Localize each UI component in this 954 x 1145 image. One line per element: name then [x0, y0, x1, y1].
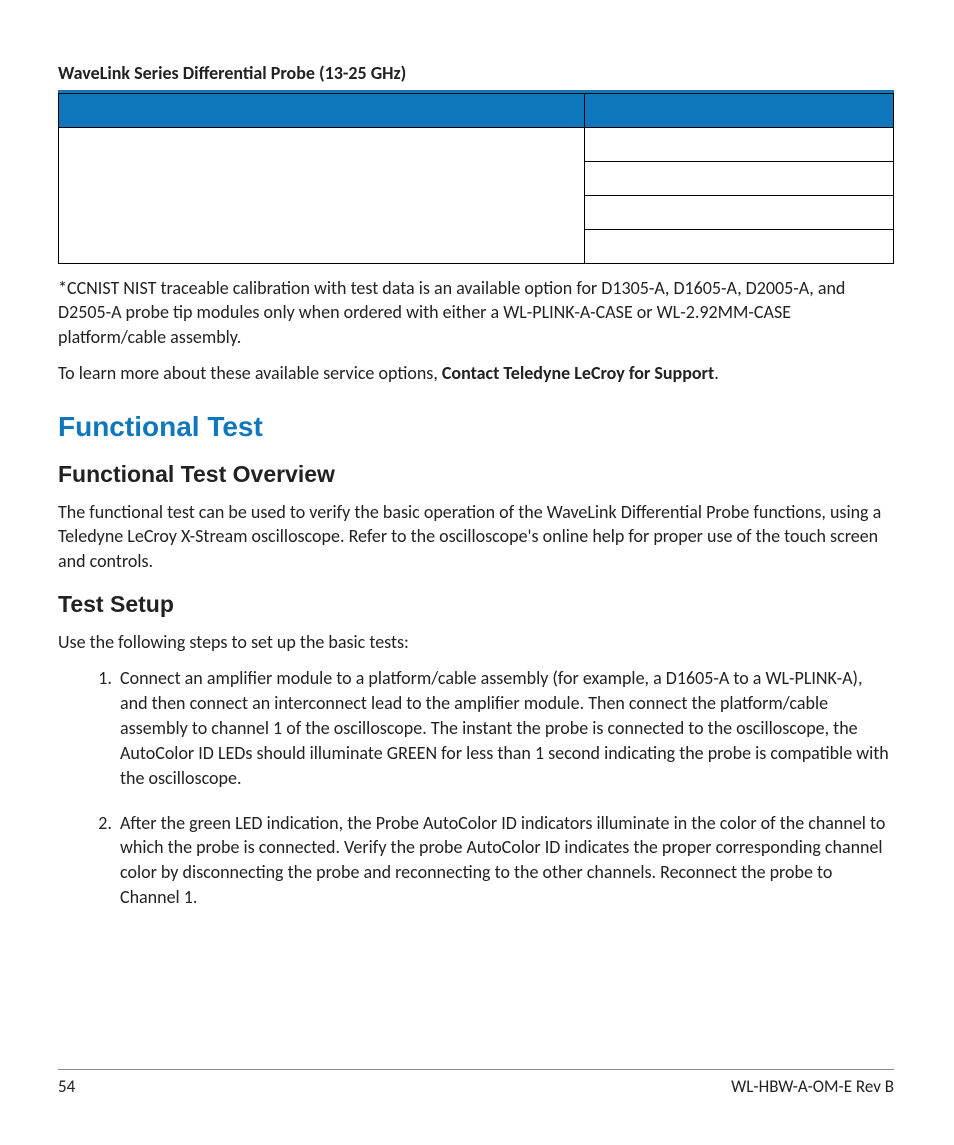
subsection-title-setup: Test Setup — [58, 591, 894, 618]
document-header: WaveLink Series Differential Probe (13-2… — [58, 62, 894, 90]
list-item: After the green LED indication, the Prob… — [116, 811, 894, 910]
page-number: 54 — [58, 1076, 75, 1097]
table-cell — [585, 128, 894, 162]
table-cell — [585, 196, 894, 230]
learn-more-suffix: . — [714, 362, 719, 384]
document-id: WL-HBW-A-OM-E Rev B — [731, 1076, 894, 1097]
contact-support-bold: Contact Teledyne LeCroy for Support — [442, 362, 714, 384]
subsection-title-overview: Functional Test Overview — [58, 461, 894, 488]
page-footer: 54 WL-HBW-A-OM-E Rev B — [58, 1069, 894, 1097]
list-item: Connect an amplifier module to a platfor… — [116, 666, 894, 790]
table-cell — [585, 230, 894, 264]
table-header-cell — [59, 94, 585, 128]
section-title-functional-test: Functional Test — [58, 411, 894, 443]
footnote-text: *CCNIST NIST traceable calibration with … — [58, 276, 894, 349]
table-cell — [59, 128, 585, 264]
table-header-cell — [585, 94, 894, 128]
setup-steps-list: Connect an amplifier module to a platfor… — [58, 666, 894, 909]
learn-more-text: To learn more about these available serv… — [58, 361, 894, 385]
options-table — [58, 93, 894, 264]
table-cell — [585, 162, 894, 196]
setup-intro: Use the following steps to set up the ba… — [58, 630, 894, 654]
overview-body: The functional test can be used to verif… — [58, 500, 894, 573]
learn-more-prefix: To learn more about these available serv… — [58, 362, 442, 384]
